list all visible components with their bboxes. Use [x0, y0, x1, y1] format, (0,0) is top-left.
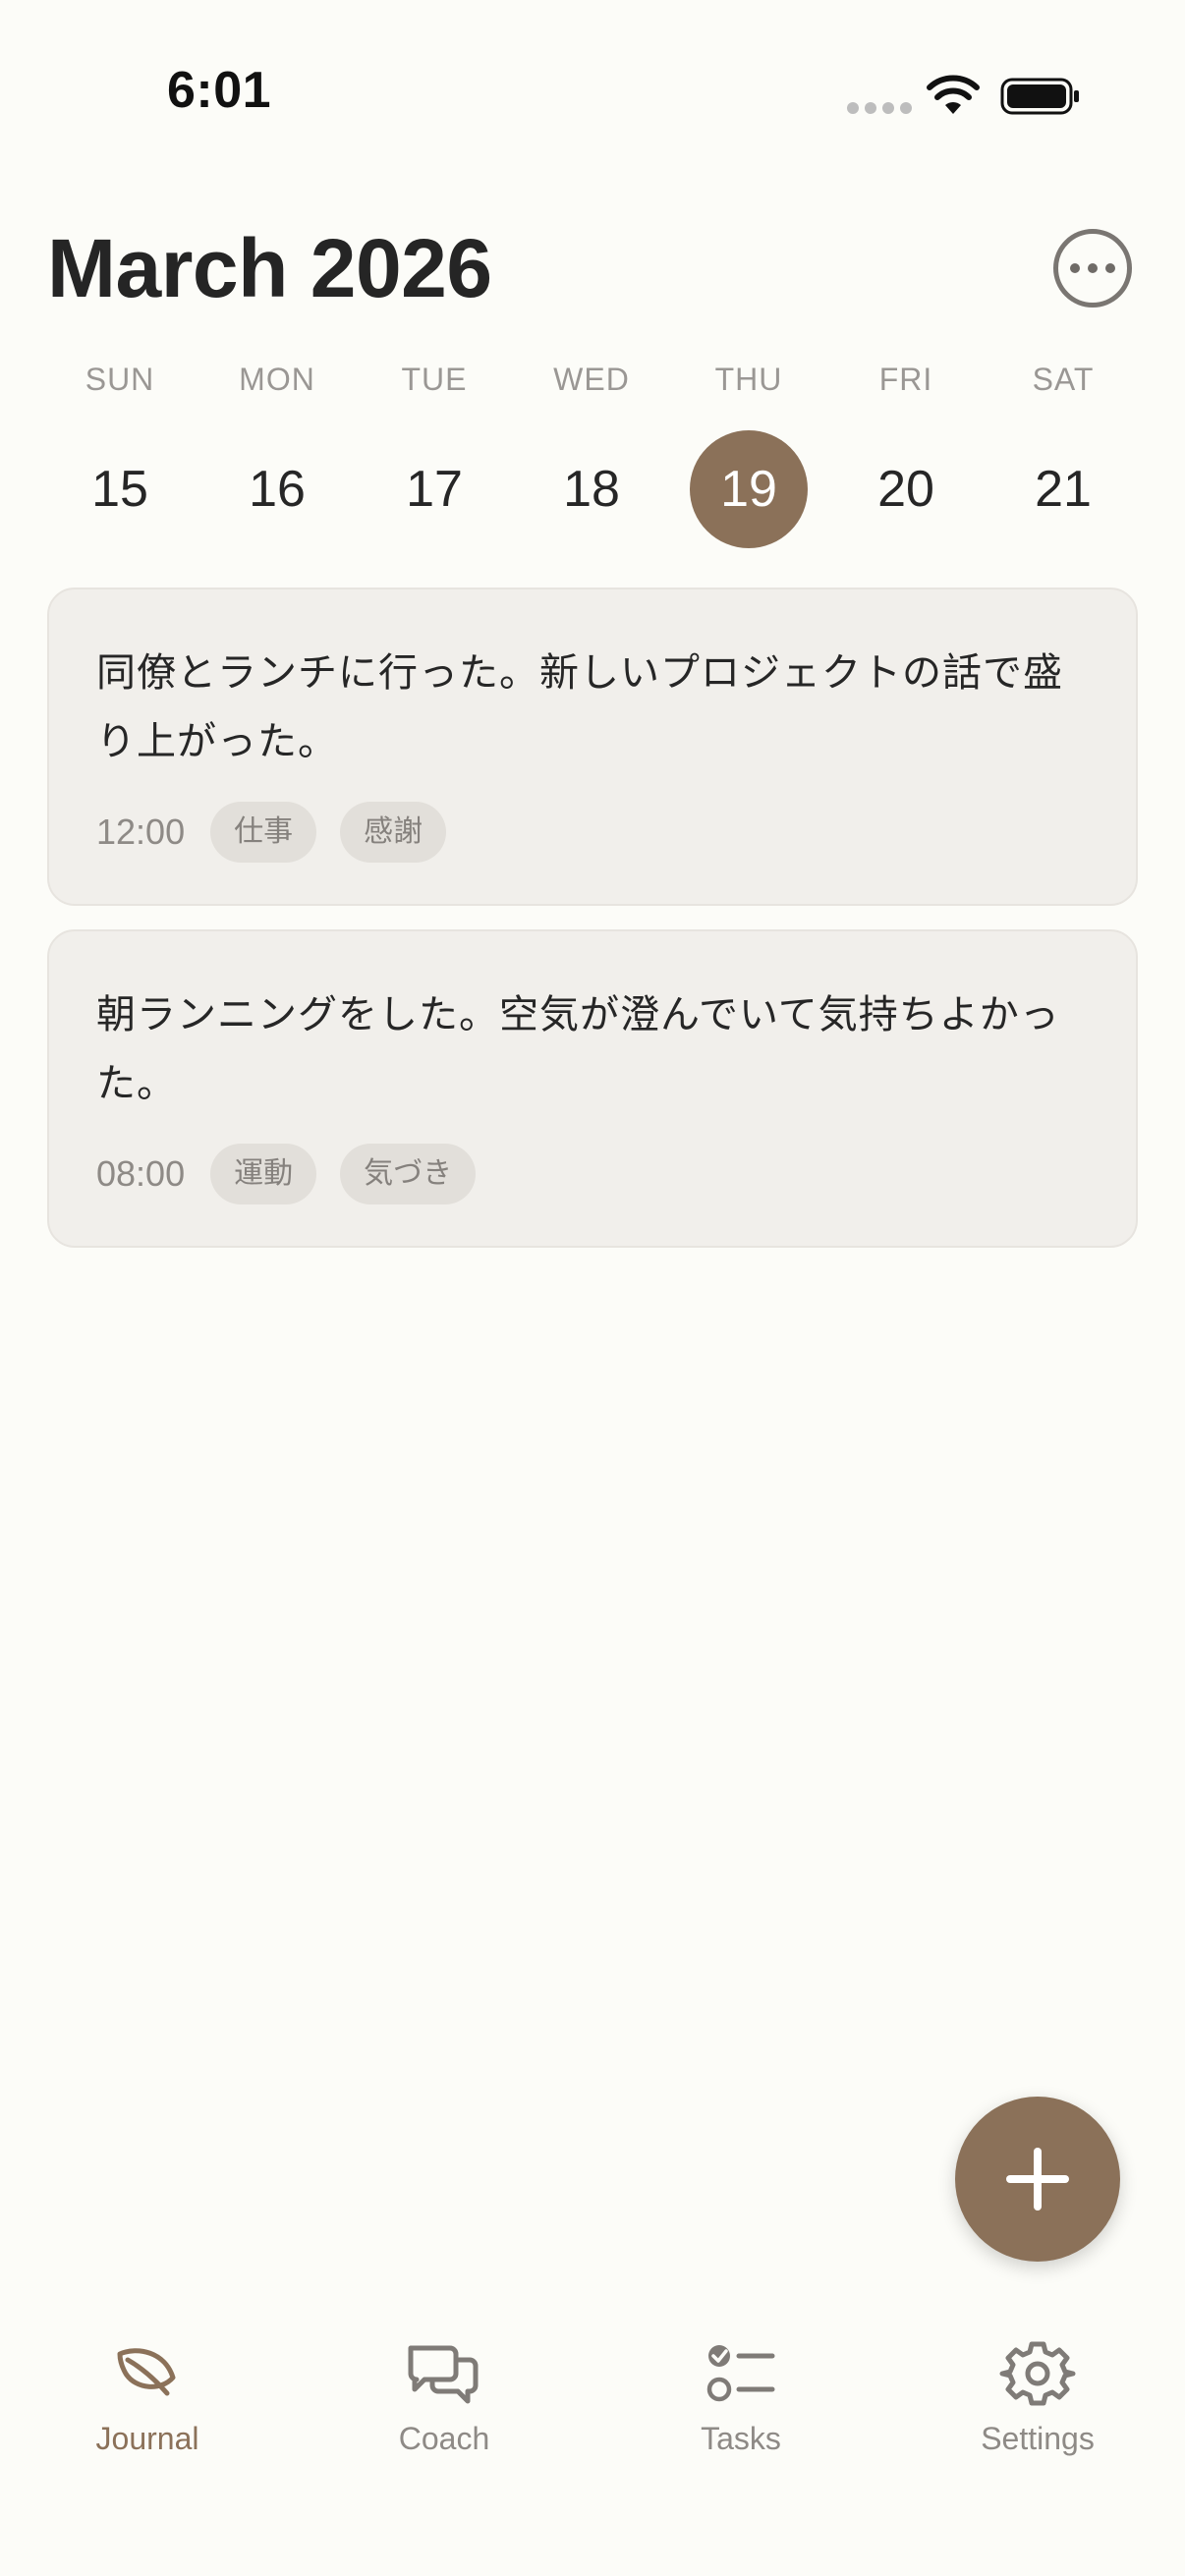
tab-label: Settings [981, 2421, 1095, 2456]
more-options-button[interactable] [1053, 229, 1132, 308]
chat-bubbles-icon [408, 2345, 479, 2404]
tab-journal[interactable]: Journal [39, 2334, 255, 2457]
selected-day-number[interactable]: 19 [690, 430, 808, 548]
entry-tag: 気づき [340, 1144, 477, 1204]
entry-tag: 仕事 [210, 802, 317, 863]
plus-icon [1006, 2148, 1069, 2211]
tab-bar: Journal Coach Tasks Settings [0, 2299, 1185, 2576]
weekday-label: SAT [1032, 362, 1095, 397]
leaf-icon [117, 2348, 176, 2396]
tab-label: Tasks [701, 2421, 781, 2456]
entry-meta: 12:00 仕事 感謝 [96, 802, 1089, 863]
entry-time: 12:00 [96, 812, 186, 852]
battery-icon [1000, 78, 1079, 115]
entry-meta: 08:00 運動 気づき [96, 1144, 1089, 1204]
entry-tag: 運動 [210, 1144, 317, 1204]
wifi-icon [927, 75, 980, 114]
more-icon-dot [1105, 263, 1115, 273]
more-icon [1070, 263, 1080, 273]
entry-text: 朝ランニングをした。空気が澄んでいて気持ちよかった。 [96, 992, 1060, 1106]
weekday-sun[interactable]: SUN 15 [41, 356, 198, 548]
checklist-icon [706, 2345, 775, 2402]
day-number[interactable]: 15 [61, 430, 179, 548]
entry-text: 同僚とランチに行った。新しいプロジェクトの話で盛り上がった。 [96, 650, 1063, 764]
weekday-sat[interactable]: SAT 21 [985, 356, 1142, 548]
day-number[interactable]: 18 [533, 430, 650, 548]
day-number[interactable]: 17 [375, 430, 493, 548]
weekday-label: MON [239, 362, 315, 397]
entry-tag: 感謝 [340, 802, 447, 863]
status-time: 6:01 [167, 62, 272, 119]
gear-icon [999, 2341, 1076, 2406]
weekday-label: FRI [878, 362, 933, 397]
weekday-label: THU [714, 362, 783, 397]
journal-screen: 6:01 March 2026 SUN 15 MON 16 TUE 17 WED… [0, 0, 1185, 2576]
weekday-label: SUN [85, 362, 155, 397]
weekday-label: TUE [401, 362, 468, 397]
weekday-mon[interactable]: MON 16 [198, 356, 356, 548]
day-number[interactable]: 21 [1004, 430, 1122, 548]
weekday-fri[interactable]: FRI 20 [827, 356, 985, 548]
day-number[interactable]: 20 [847, 430, 965, 548]
cellular-signal-icon [847, 102, 912, 114]
journal-entry-card[interactable]: 同僚とランチに行った。新しいプロジェクトの話で盛り上がった。 12:00 仕事 … [47, 588, 1138, 906]
weekday-tue[interactable]: TUE 17 [356, 356, 513, 548]
weekday-thu[interactable]: THU 19 [670, 356, 827, 548]
journal-entry-card[interactable]: 朝ランニングをした。空気が澄んでいて気持ちよかった。 08:00 運動 気づき [47, 929, 1138, 1248]
tab-coach[interactable]: Coach [336, 2334, 552, 2457]
status-bar: 6:01 [0, 0, 1185, 187]
more-icon-dot [1088, 263, 1098, 273]
day-number[interactable]: 16 [218, 430, 336, 548]
weekday-label: WED [553, 362, 630, 397]
tab-tasks[interactable]: Tasks [633, 2334, 849, 2457]
entry-time: 08:00 [96, 1153, 186, 1194]
tab-label: Journal [95, 2421, 199, 2456]
weekday-wed[interactable]: WED 18 [513, 356, 670, 548]
tab-label: Coach [398, 2421, 490, 2456]
page-title: March 2026 [47, 222, 492, 314]
add-entry-button[interactable] [955, 2097, 1120, 2262]
tab-settings[interactable]: Settings [930, 2334, 1146, 2457]
